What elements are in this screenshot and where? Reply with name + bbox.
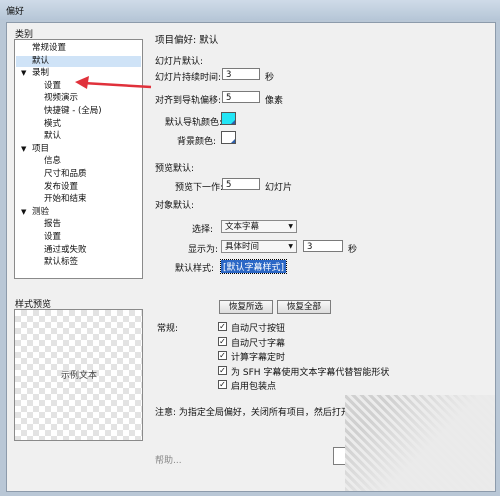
object-type-select[interactable]: 文本字幕 ▼ [221, 220, 297, 233]
guide-color-swatch[interactable] [221, 112, 236, 125]
category-item-label: 项目 [32, 143, 50, 154]
display-seconds-unit: 秒 [348, 245, 358, 255]
bg-color-label: 背景颜色: [177, 137, 217, 147]
category-item[interactable]: 通过或失败 [16, 245, 141, 256]
object-defaults-heading: 对象默认: [155, 201, 195, 211]
expand-arrow-icon[interactable]: ▼ [21, 68, 26, 79]
option-label: 自动尺寸字幕 [231, 338, 286, 349]
category-item-label: 通过或失败 [44, 244, 87, 255]
category-item[interactable]: 模式 [16, 119, 141, 130]
category-item-label: 录制 [32, 68, 50, 79]
default-style-value[interactable]: [默认字幕样式] [219, 259, 288, 274]
option-checkbox[interactable]: ✓ [218, 322, 227, 331]
panel-title: 项目偏好: 默认 [155, 35, 219, 46]
slide-duration-unit: 秒 [265, 73, 275, 83]
default-style-label: 默认样式: [175, 264, 215, 274]
category-item-label: 默认标签 [44, 257, 79, 268]
option-label: 启用包装点 [231, 382, 277, 392]
category-item[interactable]: 默认标签 [16, 257, 141, 268]
preview-defaults-heading: 预览默认: [155, 164, 195, 174]
category-item[interactable]: 默认 [16, 131, 141, 142]
slide-duration-input[interactable]: 3 [222, 68, 260, 80]
option-checkbox[interactable]: ✓ [218, 351, 227, 360]
select-label: 选择: [192, 225, 214, 235]
window-title: 偏好 [6, 7, 25, 17]
category-item-label: 发布设置 [44, 181, 79, 192]
category-item-label: 设置 [44, 80, 62, 91]
expand-arrow-icon[interactable]: ▼ [21, 207, 26, 218]
option-checkbox[interactable]: ✓ [218, 336, 227, 346]
object-type-value: 文本字幕 [225, 222, 260, 232]
snap-offset-unit: 像素 [265, 96, 284, 106]
guide-color-label: 默认导轨颜色: [165, 118, 223, 128]
preview-next-input[interactable]: 5 [222, 178, 260, 190]
option-label: 计算字幕定时 [231, 353, 286, 363]
restore-selected-button[interactable]: 恢复所选 [219, 300, 273, 314]
restore-all-button[interactable]: 恢复全部 [277, 300, 331, 314]
option-label: 自动尺寸按钮 [231, 324, 286, 334]
category-item[interactable]: 尺寸和品质 [16, 169, 141, 180]
style-preview-box: 示例文本 [14, 309, 143, 441]
preferences-dialog: 类别 常规设置 默认 ▼ 录制 设置 视频演示 快捷键 - (全局) 模式 默认 ▼ 项目 信息 尺寸和… [6, 22, 496, 492]
category-item-label: 默认 [44, 131, 62, 142]
snap-offset-label: 对齐到导轨偏移: [155, 96, 222, 106]
preview-next-label: 预览下一作: [175, 183, 224, 193]
category-item-label: 快捷键 - (全局) [44, 106, 102, 116]
red-arrow-annotation [75, 76, 152, 89]
category-item[interactable]: 设置 [16, 232, 141, 243]
display-select[interactable]: 具体时间 ▼ [221, 240, 297, 253]
slide-defaults-heading: 幻灯片默认: [155, 57, 204, 67]
option-checkbox[interactable]: ✓ [218, 365, 227, 375]
option-checkbox[interactable]: ✓ [218, 380, 227, 389]
category-item[interactable]: 开始和结束 [16, 194, 141, 205]
category-item[interactable]: 发布设置 [16, 182, 141, 193]
title-bar: 偏好 [0, 0, 500, 20]
category-item-label: 模式 [44, 118, 62, 129]
category-item[interactable]: 常规设置 [16, 43, 141, 54]
swatch-dropdown-icon [231, 120, 235, 124]
category-item[interactable]: 快捷键 - (全局) [16, 106, 141, 117]
category-item[interactable]: ▼ 项目 [16, 144, 141, 155]
option-label: 为 SFH 字幕使用文本字幕代替智能形状 [231, 367, 390, 378]
general-label: 常规: [157, 324, 179, 334]
category-item[interactable]: ▼ 测验 [16, 207, 141, 218]
category-item-label: 测验 [32, 206, 50, 217]
bg-color-swatch[interactable] [221, 131, 236, 144]
display-label: 显示为: [188, 245, 219, 255]
category-item[interactable]: 信息 [16, 156, 141, 167]
snap-offset-input[interactable]: 5 [222, 91, 260, 103]
category-item-label: 报告 [44, 219, 62, 230]
category-item-label: 开始和结束 [44, 194, 87, 205]
category-item-label: 信息 [44, 156, 62, 167]
slide-duration-label: 幻灯片持续时间: [155, 73, 222, 83]
category-item[interactable]: 默认 [16, 55, 141, 67]
preview-next-unit: 幻灯片 [265, 183, 293, 193]
category-item-label: 常规设置 [32, 43, 67, 53]
category-item-label: 默认 [32, 55, 50, 66]
watermark-blur [345, 395, 495, 491]
category-item-label: 尺寸和品质 [44, 169, 87, 179]
swatch-dropdown-icon [231, 139, 235, 143]
display-seconds-input[interactable]: 3 [303, 240, 343, 252]
help-link[interactable]: 帮助... [155, 453, 182, 466]
dropdown-arrow-icon: ▼ [288, 243, 293, 250]
expand-arrow-icon[interactable]: ▼ [21, 144, 26, 155]
category-item-label: 设置 [44, 232, 62, 242]
category-item[interactable]: 报告 [16, 219, 141, 230]
dropdown-arrow-icon: ▼ [288, 223, 293, 230]
display-value: 具体时间 [225, 242, 260, 252]
preview-sample-text: 示例文本 [61, 371, 98, 381]
